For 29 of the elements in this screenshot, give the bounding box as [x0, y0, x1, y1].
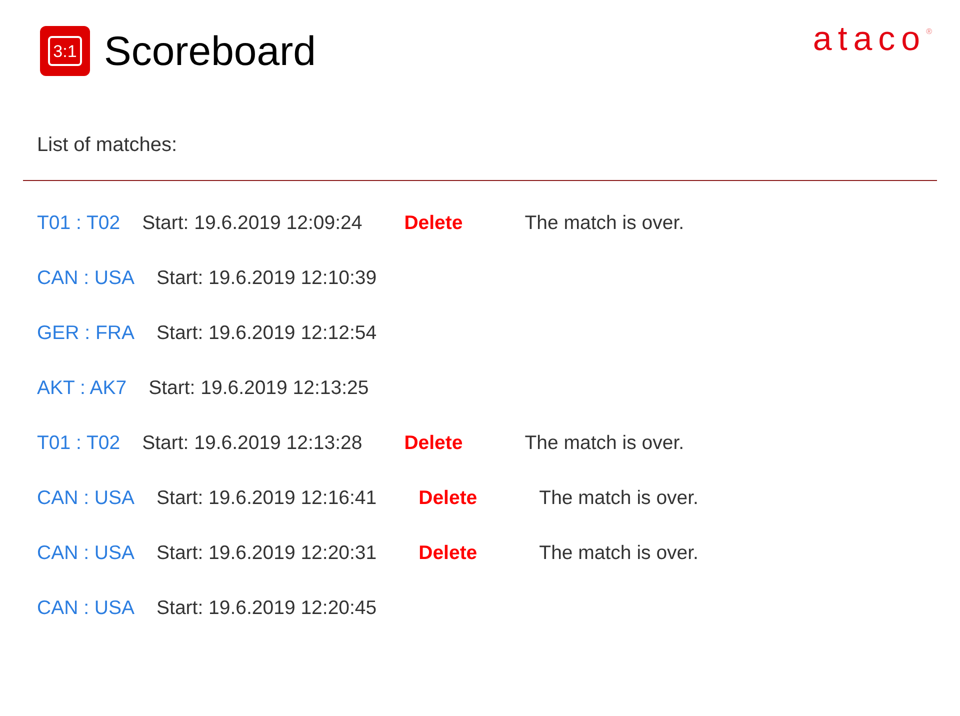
match-status: The match is over.	[539, 486, 698, 511]
match-link[interactable]: CAN : USA	[37, 594, 135, 624]
start-time: Start: 19.6.2019 12:12:54	[156, 320, 377, 346]
match-link[interactable]: T01 : T02	[37, 208, 120, 238]
match-link[interactable]: CAN : USA	[37, 264, 135, 294]
delete-link[interactable]: Delete	[418, 484, 478, 514]
delete-link[interactable]: Delete	[418, 538, 478, 568]
match-link[interactable]: AKT : AK7	[37, 374, 127, 404]
start-time: Start: 19.6.2019 12:13:28	[142, 430, 362, 456]
delete-link[interactable]: Delete	[404, 208, 463, 238]
registered-mark: ®	[926, 28, 932, 36]
match-status: The match is over.	[539, 540, 698, 566]
match-link[interactable]: T01 : T02	[37, 428, 120, 458]
start-time: Start: 19.6.2019 12:16:41	[156, 486, 377, 511]
start-time: Start: 19.6.2019 12:20:45	[156, 596, 377, 621]
delete-link[interactable]: Delete	[404, 428, 463, 458]
start-time: Start: 19.6.2019 12:10:39	[156, 266, 377, 291]
match-link[interactable]: GER : FRA	[37, 318, 135, 348]
app-title: Scoreboard	[104, 30, 316, 72]
start-time: Start: 19.6.2019 12:13:25	[148, 376, 369, 401]
match-link[interactable]: CAN : USA	[37, 484, 135, 514]
brand-logo: ataco	[812, 22, 926, 56]
match-status: The match is over.	[524, 210, 684, 236]
list-heading: List of matches:	[37, 134, 178, 156]
match-link[interactable]: CAN : USA	[37, 538, 135, 568]
start-time: Start: 19.6.2019 12:20:31	[156, 540, 377, 566]
start-time: Start: 19.6.2019 12:09:24	[142, 210, 362, 236]
logo-text: 3:1	[53, 42, 77, 60]
match-status: The match is over.	[524, 430, 684, 456]
